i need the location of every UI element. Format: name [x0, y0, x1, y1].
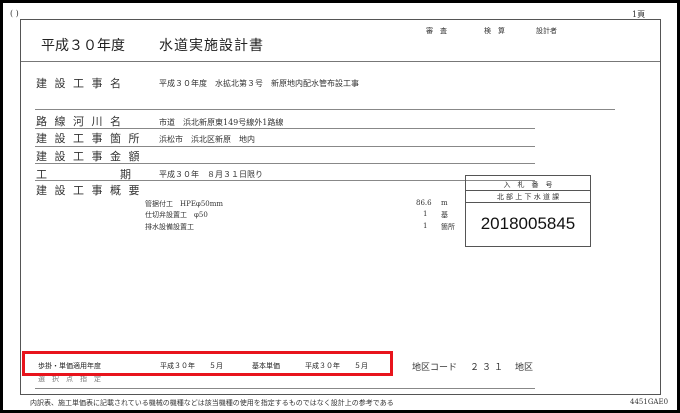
- bid-box-divider: [466, 202, 590, 203]
- row-divider: [35, 128, 535, 129]
- summary-item-name: 管据付工 HPEφ50mm: [145, 200, 224, 208]
- row-divider: [35, 180, 535, 181]
- district-suffix: 地区: [515, 363, 534, 373]
- location-label: 建 設 工 事 箇 所: [36, 132, 142, 145]
- review-label: 審 査: [426, 27, 447, 35]
- bid-number-label: 入 札 番 号: [503, 181, 553, 189]
- bid-box-divider: [466, 190, 590, 191]
- bid-department: 北 部 上 下 水 道 課: [496, 193, 560, 201]
- row-divider: [35, 109, 615, 110]
- district-code-label: 地区コード: [412, 363, 458, 373]
- construction-name-value: 平成３０年度 水拡北第３号 新原地内配水管布設工事: [159, 79, 359, 88]
- construction-name-label: 建 設 工 事 名: [36, 77, 123, 90]
- bid-number: 2018005845: [480, 214, 576, 233]
- document-title: 水道実施設計書: [159, 38, 264, 54]
- summary-item-qty: 86.6: [416, 199, 432, 207]
- designer-label: 設計者: [536, 27, 557, 35]
- road-river-value: 市道 浜北新原東149号線外1路線: [159, 118, 284, 127]
- bid-number-box: 入 札 番 号 北 部 上 下 水 道 課 2018005845: [465, 175, 591, 247]
- road-river-label: 路 線 河 川 名: [36, 115, 123, 128]
- row-divider: [35, 146, 535, 147]
- summary-item-unit: 基: [441, 211, 448, 219]
- footer-note: 内訳表、施工単価表に記載されている機械の機種などは該当機種の使用を指定するもので…: [30, 399, 394, 407]
- summary-label: 建 設 工 事 概 要: [36, 184, 142, 197]
- summary-item-unit: m: [441, 199, 448, 207]
- summary-item-unit: 箇所: [441, 223, 455, 231]
- summary-item-name: 排水設備設置工: [145, 223, 194, 231]
- summary-item-qty: 1: [423, 222, 428, 230]
- parenthesis-field: ( ): [10, 9, 19, 18]
- location-value: 浜松市 浜北区新原 地内: [159, 135, 255, 144]
- row-divider: [35, 163, 535, 164]
- highlight-box: [22, 351, 393, 376]
- summary-item-qty: 1: [423, 210, 428, 218]
- amount-label: 建 設 工 事 金 額: [36, 150, 142, 163]
- period-value: 平成３０年 ８月３１日限り: [159, 170, 263, 179]
- form-code: 4451GAE0: [630, 398, 669, 406]
- bottom-row-divider: [35, 388, 535, 389]
- header-divider: [21, 61, 660, 62]
- district-code-value: ２３１: [470, 363, 507, 373]
- fiscal-year-title: 平成３０年度: [41, 38, 125, 54]
- check-label: 検 算: [484, 27, 505, 35]
- summary-item-name: 仕切弁設置工 φ50: [145, 211, 208, 219]
